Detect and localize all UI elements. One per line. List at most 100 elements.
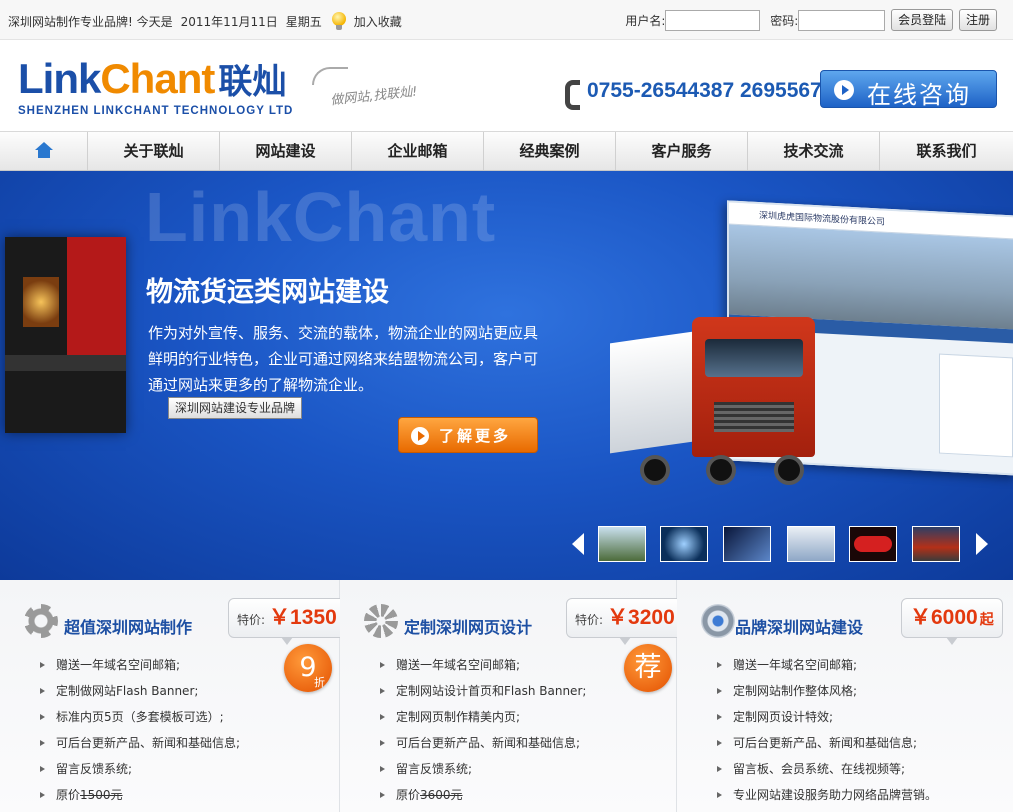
date-text: 2011年11月11日 [180,15,278,29]
slide-thumb-3[interactable] [723,526,771,562]
nav-item-cases[interactable]: 经典案例 [484,132,616,170]
list-item: 定制做网站Flash Banner; [40,678,240,704]
truck-grill [714,402,794,432]
truck-wheel [706,455,736,485]
speaker-icon [701,604,735,638]
login-form: 用户名: 密码: 会员登陆 注册 [619,9,997,31]
logo-part-cn: 联灿 [218,62,287,102]
truck-windshield [705,339,803,377]
prev-slide-preview[interactable] [5,237,126,433]
preview-lamp-image [23,277,59,327]
greeting-text: 深圳网站制作专业品牌! 今天是 [8,15,173,29]
slide-thumb-2[interactable] [660,526,708,562]
home-icon [35,142,53,158]
orig-price-value: 3600元 [420,788,463,802]
package-title[interactable]: 超值深圳网站制作 [64,614,192,638]
list-item: 定制网站设计首页和Flash Banner; [380,678,586,704]
lightbulb-icon [331,12,346,30]
site-header: LinkChant 联灿 SHENZHEN LINKCHANT TECHNOLOG… [0,41,1013,131]
list-item: 可后台更新产品、新闻和基础信息; [380,730,586,756]
list-item: 留言板、会员系统、在线视频等; [717,756,937,782]
list-item: 赠送一年域名空间邮箱; [40,652,240,678]
username-input[interactable] [665,9,761,31]
username-label: 用户名: [625,13,666,28]
price-value: ￥6000 [910,606,978,629]
package-feature-list: 赠送一年域名空间邮箱; 定制做网站Flash Banner; 标准内页5页（多套… [40,652,240,808]
weekday-text: 星期五 [285,15,322,29]
truck-trailer [610,330,700,454]
nav-item-contact[interactable]: 联系我们 [880,132,1013,170]
logo-subtitle: SHENZHEN LINKCHANT TECHNOLOGY LTD [18,105,294,117]
nav-item-service[interactable]: 客户服务 [616,132,748,170]
password-label: 密码: [770,13,799,28]
learn-more-button[interactable]: 了解更多 [398,417,538,453]
list-item-original-price: 原价1500元 [40,782,240,808]
member-login-button[interactable]: 会员登陆 [891,9,954,31]
screenshot-port-image [729,224,1013,330]
flower-icon [364,604,398,638]
package-title[interactable]: 品牌深圳网站建设 [735,614,863,638]
truck-cab [692,317,815,457]
hero-banner: LinkChant 物流货运类网站建设 作为对外宣传、服务、交流的载体，物流企业… [0,171,1013,580]
discount-badge: 9 折 [284,644,332,692]
truck-image [610,317,815,497]
price-value: ￥1350 [269,606,337,629]
list-item: 定制网页设计特效; [717,704,937,730]
phone-number: 0755-26544387 26955674 [587,79,834,102]
price-suffix: 起 [979,612,994,628]
preview-footer-strip [5,355,126,371]
list-item: 赠送一年域名空间邮箱; [380,652,586,678]
logo-part-chant: Chant [100,55,215,102]
list-item: 专业网站建设服务助力网络品牌营销。 [717,782,937,808]
add-favorite-link[interactable]: 加入收藏 [354,15,402,29]
banner-title: 物流货运类网站建设 [146,277,389,308]
nav-item-tech[interactable]: 技术交流 [748,132,880,170]
nav-item-website[interactable]: 网站建设 [220,132,352,170]
price-tag: 特价: ￥1350 [228,598,346,645]
price-label: 特价: [575,613,604,627]
slide-thumb-1[interactable] [598,526,646,562]
logo-wordmark: LinkChant 联灿 [18,58,293,103]
logo-part-link: Link [18,55,101,102]
badge-subtext: 折 [314,676,325,689]
list-item: 可后台更新产品、新闻和基础信息; [40,730,240,756]
slogan-arrow-icon [312,67,348,85]
top-bar: 深圳网站制作专业品牌! 今天是 2011年11月11日 星期五 加入收藏 用户名: 密… [0,0,1013,40]
slide-thumb-5[interactable] [849,526,897,562]
price-tag: 特价: ￥3200 [566,598,684,645]
orig-price-label: 原价 [396,788,421,802]
banner-description: 作为对外宣传、服务、交流的载体，物流企业的网站更应具鲜明的行业特色，企业可通过网… [148,324,539,394]
recommend-badge: 荐 [624,644,672,692]
list-item-original-price: 原价3600元 [380,782,586,808]
package-feature-list: 赠送一年域名空间邮箱; 定制网站制作整体风格; 定制网页设计特效; 可后台更新产… [717,652,937,808]
package-section: 超值深圳网站制作 特价: ￥1350 9 折 赠送一年域名空间邮箱; 定制做网站F… [0,580,1013,812]
orig-price-value: 1500元 [80,788,123,802]
learn-more-label: 了解更多 [439,427,512,445]
price-label: 特价: [237,613,266,627]
next-slide-arrow-icon[interactable] [976,533,988,555]
prev-slide-arrow-icon[interactable] [572,533,584,555]
list-item: 定制网页制作精美内页; [380,704,586,730]
package-card: 品牌深圳网站建设 ￥6000 起 赠送一年域名空间邮箱; 定制网站制作整体风格; … [677,580,1013,812]
play-circle-icon [834,80,854,100]
slide-thumb-6[interactable] [912,526,960,562]
banner-bg-word: LinkChant [145,178,497,256]
badge-text: 荐 [634,652,662,683]
truck-wheel [640,455,670,485]
package-card: 定制深圳网页设计 特价: ￥3200 荐 赠送一年域名空间邮箱; 定制网站设计首页… [340,580,684,812]
nav-item-email[interactable]: 企业邮箱 [352,132,484,170]
slide-thumb-4[interactable] [787,526,835,562]
package-title[interactable]: 定制深圳网页设计 [404,614,532,638]
nav-item-about[interactable]: 关于联灿 [88,132,220,170]
list-item: 标准内页5页（多套模板可选）; [40,704,240,730]
nav-home[interactable] [0,132,88,170]
main-nav: 关于联灿 网站建设 企业邮箱 经典案例 客户服务 技术交流 联系我们 [0,131,1013,171]
price-tag: ￥6000 起 [901,598,1003,645]
list-item: 留言反馈系统; [380,756,586,782]
package-card: 超值深圳网站制作 特价: ￥1350 9 折 赠送一年域名空间邮箱; 定制做网站F… [0,580,346,812]
online-consult-button[interactable]: 在线咨询 [820,70,997,109]
register-button[interactable]: 注册 [958,9,997,31]
site-logo[interactable]: LinkChant 联灿 SHENZHEN LINKCHANT TECHNOLOG… [18,58,294,118]
password-input[interactable] [798,9,886,31]
phone-block: 0755-26544387 26955674 [563,79,834,110]
